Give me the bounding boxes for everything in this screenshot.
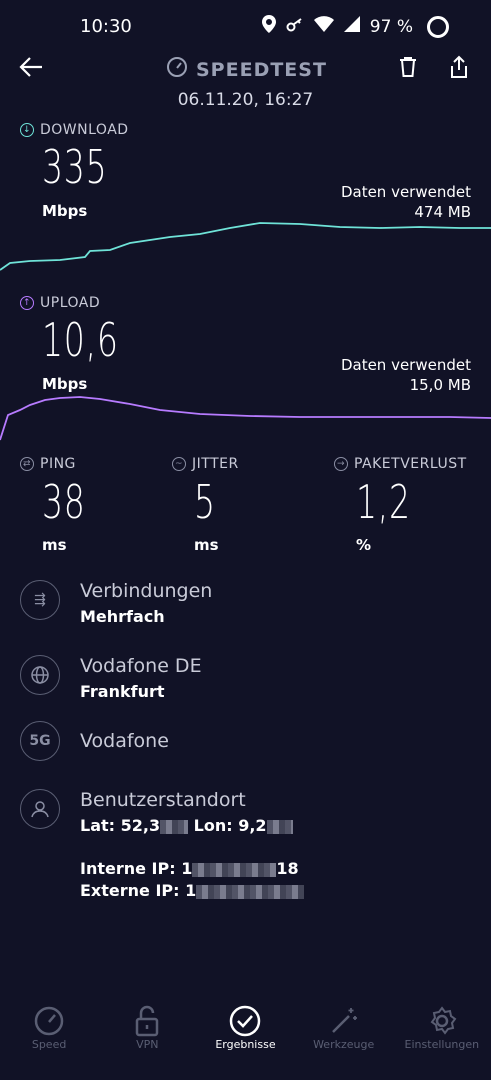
internal-ip: Interne IP: 1 18 xyxy=(80,859,299,878)
nav-settings[interactable]: Einstellungen xyxy=(393,990,491,1051)
test-date: 06.11.20, 16:27 xyxy=(177,90,314,110)
download-arrow-icon: ↓ xyxy=(20,123,34,137)
download-label: ↓ DOWNLOAD xyxy=(20,122,129,138)
redacted-blur xyxy=(266,819,293,834)
battery-icon xyxy=(427,15,449,38)
connections-title: Verbindungen xyxy=(80,580,213,602)
ping-unit: ms xyxy=(42,536,67,554)
checkmark-circle-icon xyxy=(196,1004,294,1038)
redacted-blur xyxy=(160,819,189,834)
upload-graph xyxy=(0,396,491,441)
location-icon xyxy=(261,15,276,38)
packet-loss-value: 1,2 xyxy=(356,475,411,529)
ping-icon: ⇄ xyxy=(20,457,34,471)
nav-tools[interactable]: Werkzeuge xyxy=(295,990,393,1051)
external-ip: Externe IP: 1 xyxy=(80,881,305,900)
download-value: 335 xyxy=(42,140,108,194)
latitude: Lat: 52,3 xyxy=(80,816,161,835)
status-icons: 97 % xyxy=(261,15,449,38)
jitter-label: ~ JITTER xyxy=(172,456,239,472)
upload-data-used: Daten verwendet 15,0 MB xyxy=(340,356,471,394)
delete-button[interactable] xyxy=(398,56,418,82)
share-button[interactable] xyxy=(449,55,469,83)
speedometer-icon xyxy=(0,1004,98,1038)
nav-speed[interactable]: Speed xyxy=(0,990,98,1051)
nav-vpn[interactable]: VPN xyxy=(98,990,196,1051)
ping-value: 38 xyxy=(42,475,86,529)
battery-percent: 97 % xyxy=(369,16,413,37)
gear-icon xyxy=(393,1004,491,1038)
network-5g-icon: 5G xyxy=(20,721,60,761)
upload-value: 10,6 xyxy=(42,313,119,367)
redacted-blur xyxy=(192,862,277,877)
jitter-value: 5 xyxy=(194,475,216,529)
user-location-title: Benutzerstandort xyxy=(80,789,246,811)
upload-label: ↑ UPLOAD xyxy=(20,295,100,311)
connections-value: Mehrfach xyxy=(80,607,165,626)
key-icon xyxy=(286,17,304,37)
page-title: SPEEDTEST xyxy=(166,56,327,83)
packet-loss-unit: % xyxy=(356,536,372,554)
bottom-nav: Speed VPN Ergebnisse Werkzeuge Einstellu… xyxy=(0,990,491,1080)
jitter-unit: ms xyxy=(194,536,219,554)
user-coordinates: Lat: 52,3 Lon: 9,2 xyxy=(80,816,293,835)
title-text: SPEEDTEST xyxy=(196,58,327,81)
nav-results[interactable]: Ergebnisse xyxy=(196,990,294,1051)
back-button[interactable] xyxy=(18,56,44,82)
provider-location: Frankfurt xyxy=(80,682,165,701)
globe-icon xyxy=(20,655,60,695)
lock-icon xyxy=(98,1004,196,1038)
download-graph xyxy=(0,222,491,271)
packet-loss-icon: → xyxy=(334,457,348,471)
ping-label: ⇄ PING xyxy=(20,456,76,472)
status-time: 10:30 xyxy=(80,16,132,37)
magic-wand-icon xyxy=(295,1004,393,1038)
packet-loss-label: → PAKETVERLUST xyxy=(334,456,467,472)
network-carrier: Vodafone xyxy=(80,730,169,752)
signal-icon xyxy=(343,16,360,37)
jitter-icon: ~ xyxy=(172,457,186,471)
wifi-icon xyxy=(313,16,334,37)
longitude: Lon: 9,2 xyxy=(193,816,267,835)
provider-title: Vodafone DE xyxy=(80,655,202,677)
speedometer-icon xyxy=(166,56,188,83)
redacted-blur xyxy=(196,884,305,899)
user-location-icon xyxy=(20,789,60,829)
upload-arrow-icon: ↑ xyxy=(20,296,34,310)
status-bar: 10:30 97 % xyxy=(0,0,491,55)
connections-icon: ⇶ xyxy=(20,580,60,620)
